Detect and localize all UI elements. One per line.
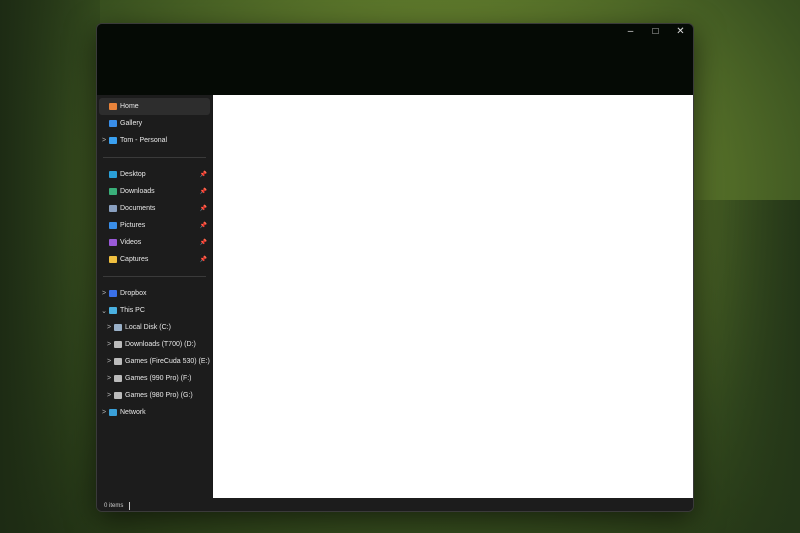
sidebar-item-label: Desktop <box>120 171 146 178</box>
navigation-pane: Home Gallery > Tom - Personal Desktop 📌 Downl… <box>97 95 212 498</box>
sidebar-item-label: Games (980 Pro) (G:) <box>125 392 193 399</box>
sidebar-item-label: Downloads <box>120 188 155 195</box>
sidebar-item-gallery[interactable]: Gallery <box>99 115 210 132</box>
chevron-icon[interactable]: ⌄ <box>99 307 109 315</box>
status-bar: 0 items <box>97 498 693 511</box>
downloads-icon <box>109 188 117 195</box>
chevron-icon[interactable]: > <box>104 358 114 365</box>
sidebar-item-label: Network <box>120 409 146 416</box>
chevron-icon[interactable]: > <box>99 409 109 416</box>
item-count: 0 items <box>104 502 124 509</box>
sidebar-item-label: Tom - Personal <box>120 137 168 144</box>
pin-icon[interactable]: 📌 <box>200 239 207 246</box>
drive-icon <box>114 392 122 399</box>
sidebar-item-label: Documents <box>120 205 156 212</box>
sidebar-item-downloads-t700-d[interactable]: > Downloads (T700) (D:) <box>99 336 210 353</box>
chevron-icon[interactable]: > <box>99 137 109 144</box>
file-list-area[interactable] <box>213 95 693 498</box>
wallpaper-right <box>690 200 800 533</box>
chevron-icon[interactable]: > <box>99 290 109 297</box>
pin-icon[interactable]: 📌 <box>200 171 207 178</box>
drive-icon <box>114 375 122 382</box>
sidebar-item-label: Downloads (T700) (D:) <box>125 341 196 348</box>
sidebar-item-this-pc[interactable]: ⌄ This PC <box>99 302 210 319</box>
file-explorer-window: – □ ✕ Home Gallery > Tom - Personal Desktop… <box>96 23 694 512</box>
folder-icon <box>109 256 117 263</box>
chevron-icon[interactable]: > <box>104 392 114 399</box>
sidebar-item-games-980-pro-g[interactable]: > Games (980 Pro) (G:) <box>99 387 210 404</box>
videos-icon <box>109 239 117 246</box>
sidebar-item-games-firecuda-530-e[interactable]: > Games (FireCuda 530) (E:) <box>99 353 210 370</box>
sidebar-item-label: Videos <box>120 239 142 246</box>
pin-icon[interactable]: 📌 <box>200 205 207 212</box>
dropbox-icon <box>109 290 117 297</box>
sidebar-item-home[interactable]: Home <box>99 98 210 115</box>
minimize-button[interactable]: – <box>618 24 643 40</box>
documents-icon <box>109 205 117 212</box>
pin-icon[interactable]: 📌 <box>200 188 207 195</box>
sidebar-item-label: Local Disk (C:) <box>125 324 171 331</box>
drive-icon <box>114 341 122 348</box>
chevron-icon[interactable]: > <box>104 341 114 348</box>
sidebar-item-videos[interactable]: Videos 📌 <box>99 234 210 251</box>
wallpaper-left <box>0 0 100 533</box>
sidebar-item-pictures[interactable]: Pictures 📌 <box>99 217 210 234</box>
home-icon <box>109 103 117 110</box>
desktop-icon <box>109 171 117 178</box>
divider <box>103 157 206 158</box>
sidebar-item-tom-personal[interactable]: > Tom - Personal <box>99 132 210 149</box>
status-divider <box>129 501 131 510</box>
network-icon <box>109 409 117 416</box>
drive-icon <box>114 324 122 331</box>
sidebar-item-label: Games (990 Pro) (F:) <box>125 375 192 382</box>
sidebar-item-label: Pictures <box>120 222 146 229</box>
pin-icon[interactable]: 📌 <box>200 222 207 229</box>
sidebar-item-documents[interactable]: Documents 📌 <box>99 200 210 217</box>
divider <box>103 276 206 277</box>
drive-icon <box>114 358 122 365</box>
pc-icon <box>109 307 117 314</box>
chevron-icon[interactable]: > <box>104 375 114 382</box>
sidebar-item-label: Games (FireCuda 530) (E:) <box>125 358 210 365</box>
sidebar-item-label: This PC <box>120 307 145 314</box>
sidebar-item-local-disk-c[interactable]: > Local Disk (C:) <box>99 319 210 336</box>
sidebar-item-dropbox[interactable]: > Dropbox <box>99 285 210 302</box>
sidebar-item-network[interactable]: > Network <box>99 404 210 421</box>
gallery-icon <box>109 120 117 127</box>
pictures-icon <box>109 222 117 229</box>
sidebar-item-desktop[interactable]: Desktop 📌 <box>99 166 210 183</box>
sidebar-item-label: Captures <box>120 256 149 263</box>
sidebar-item-label: Home <box>120 103 139 110</box>
chevron-icon[interactable]: > <box>104 324 114 331</box>
sidebar-item-captures[interactable]: Captures 📌 <box>99 251 210 268</box>
pin-icon[interactable]: 📌 <box>200 256 207 263</box>
sidebar-item-downloads[interactable]: Downloads 📌 <box>99 183 210 200</box>
onedrive-icon <box>109 137 117 144</box>
title-bar: – □ ✕ <box>97 24 693 95</box>
maximize-button[interactable]: □ <box>643 24 668 40</box>
sidebar-item-games-990-pro-f[interactable]: > Games (990 Pro) (F:) <box>99 370 210 387</box>
sidebar-item-label: Dropbox <box>120 290 147 297</box>
close-button[interactable]: ✕ <box>668 24 693 40</box>
sidebar-item-label: Gallery <box>120 120 143 127</box>
